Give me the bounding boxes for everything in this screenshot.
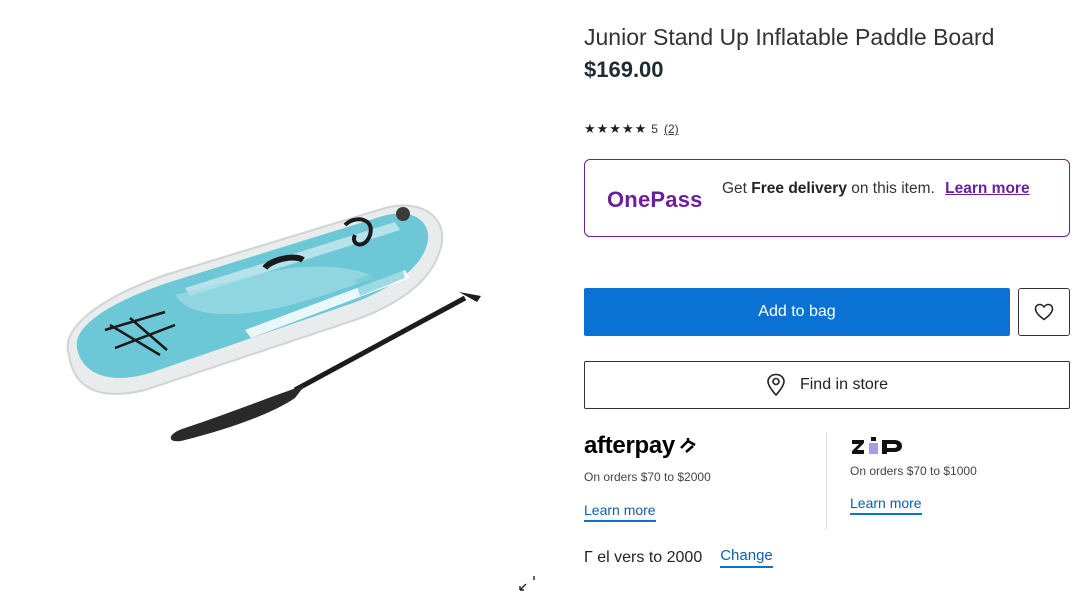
- zip-section: zip On orders $70 to $1000 Learn more: [850, 434, 1070, 515]
- onepass-text-suffix: on this item.: [846, 180, 935, 197]
- add-to-bag-button[interactable]: Add to bag: [584, 288, 1010, 336]
- afterpay-subtitle: On orders $70 to $2000: [584, 470, 711, 484]
- onepass-logo: OnePass: [607, 187, 703, 212]
- afterpay-logo: afterpay: [584, 432, 824, 460]
- location-pin-icon: [766, 373, 786, 397]
- zip-subtitle: On orders $70 to $1000: [850, 464, 977, 478]
- zip-learn-more-link[interactable]: Learn more: [850, 495, 922, 515]
- product-price: $169.00: [584, 57, 664, 82]
- afterpay-section: afterpay On orders $70 to $2000 Learn mo…: [584, 432, 824, 522]
- payment-divider: [826, 432, 827, 530]
- expand-image-icon[interactable]: [516, 574, 540, 594]
- onepass-text-bold: Free delivery: [751, 180, 847, 197]
- rating-value: 5: [651, 122, 658, 136]
- review-count-link[interactable]: (2): [664, 122, 679, 136]
- change-postcode-link[interactable]: Change: [720, 547, 773, 568]
- heart-icon: [1034, 303, 1054, 321]
- zip-logo-icon: [852, 437, 902, 454]
- star-rating-icon: ★★★★★: [584, 121, 648, 136]
- afterpay-arrows-icon: [680, 438, 696, 453]
- wishlist-button[interactable]: [1018, 288, 1070, 336]
- product-title: Junior Stand Up Inflatable Paddle Board: [584, 24, 995, 50]
- find-in-store-label: Find in store: [799, 376, 889, 393]
- find-in-store-button[interactable]: Find in store: [584, 361, 1070, 409]
- paddle-board-image: [66, 204, 481, 442]
- onepass-text-prefix: Get: [722, 180, 752, 197]
- delivers-to-text: Γ el vers to 2000: [584, 548, 703, 566]
- afterpay-learn-more-link[interactable]: Learn more: [584, 502, 656, 522]
- onepass-learn-more-link[interactable]: Learn more: [945, 180, 1029, 197]
- zip-logo: zip: [850, 434, 1070, 458]
- delivery-location: Γ el vers to 2000 Change: [584, 547, 773, 568]
- onepass-message: Get Free delivery on this item. Learn mo…: [722, 180, 1042, 198]
- onepass-banner: OnePass Get Free delivery on this item. …: [584, 159, 1070, 237]
- afterpay-logo-text: afterpay: [584, 432, 675, 459]
- rating: ★★★★★ 5 (2): [584, 121, 679, 137]
- product-image: [0, 0, 560, 604]
